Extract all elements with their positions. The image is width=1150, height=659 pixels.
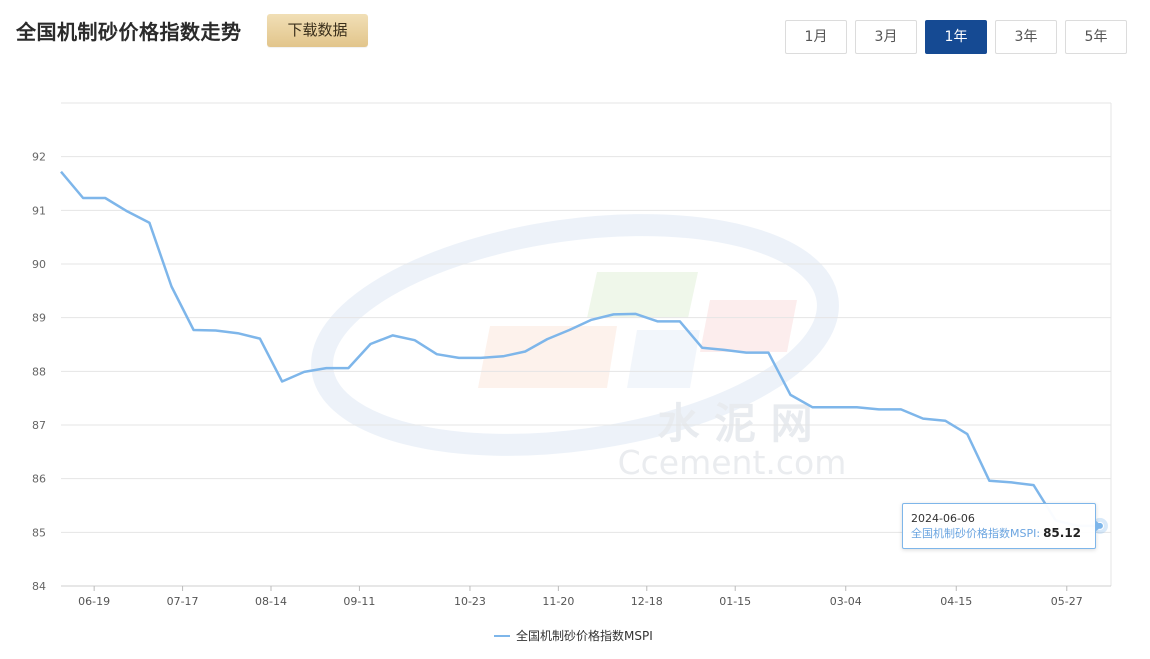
data-point[interactable]	[168, 283, 176, 291]
y-tick-label: 92	[32, 151, 46, 164]
x-tick-label: 08-14	[255, 595, 287, 608]
legend-line-swatch	[494, 634, 510, 637]
y-tick-label: 86	[32, 473, 46, 486]
data-point[interactable]	[543, 335, 551, 343]
y-tick-label: 89	[32, 312, 46, 325]
data-point[interactable]	[123, 207, 131, 215]
tooltip-series-label: 全国机制砂价格指数MSPI:	[911, 527, 1041, 540]
data-point[interactable]	[853, 403, 861, 411]
x-tick-label: 07-17	[167, 595, 199, 608]
data-point[interactable]	[477, 354, 485, 362]
data-point[interactable]	[809, 403, 817, 411]
data-point[interactable]	[521, 347, 529, 355]
x-tick-label: 06-19	[78, 595, 110, 608]
data-point[interactable]	[433, 350, 441, 358]
data-point[interactable]	[344, 364, 352, 372]
legend-series-label: 全国机制砂价格指数MSPI	[516, 629, 653, 643]
y-tick-label: 84	[32, 580, 46, 593]
data-point[interactable]	[764, 349, 772, 357]
data-point[interactable]	[897, 405, 905, 413]
data-point[interactable]	[79, 194, 87, 202]
data-point[interactable]	[676, 317, 684, 325]
x-tick-label: 12-18	[631, 595, 663, 608]
data-point[interactable]	[963, 430, 971, 438]
data-point[interactable]	[1008, 478, 1016, 486]
chart-legend[interactable]: 全国机制砂价格指数MSPI	[494, 627, 653, 644]
data-point[interactable]	[300, 368, 308, 376]
y-tick-label: 88	[32, 365, 46, 378]
data-point[interactable]	[455, 354, 463, 362]
data-point[interactable]	[875, 405, 883, 413]
data-point[interactable]	[256, 335, 264, 343]
data-point[interactable]	[234, 329, 242, 337]
data-point[interactable]	[190, 326, 198, 334]
data-point[interactable]	[278, 378, 286, 386]
y-tick-label: 90	[32, 258, 46, 271]
data-point[interactable]	[57, 168, 65, 176]
data-point[interactable]	[941, 417, 949, 425]
x-tick-label: 05-27	[1051, 595, 1083, 608]
ccement-watermark-logo: 水 泥 网 Ccement.com	[311, 214, 847, 482]
watermark-cn-text: 水 泥 网	[657, 399, 812, 448]
price-index-chart: 水 泥 网 Ccement.com 84 85 86 87 88 89 90 91 92 06-…	[32, 102, 1112, 608]
y-tick-label: 87	[32, 419, 46, 432]
data-point[interactable]	[145, 219, 153, 227]
x-tick-label: 03-04	[830, 595, 862, 608]
data-point[interactable]	[742, 349, 750, 357]
data-point[interactable]	[654, 317, 662, 325]
data-point[interactable]	[366, 340, 374, 348]
data-point[interactable]	[831, 403, 839, 411]
watermark-en-text: Ccement.com	[618, 443, 847, 482]
data-tooltip: 2024-06-06 全国机制砂价格指数MSPI: 85.12	[902, 503, 1102, 549]
data-point[interactable]	[610, 310, 618, 318]
data-point[interactable]	[786, 391, 794, 399]
y-tick-label: 85	[32, 526, 46, 539]
tooltip-row: 全国机制砂价格指数MSPI: 85.12	[911, 525, 1087, 542]
x-tick-label: 11-20	[542, 595, 574, 608]
data-point[interactable]	[1030, 481, 1038, 489]
data-point[interactable]	[389, 331, 397, 339]
data-point[interactable]	[720, 346, 728, 354]
data-point[interactable]	[101, 194, 109, 202]
x-tick-label: 10-23	[454, 595, 486, 608]
data-point[interactable]	[411, 336, 419, 344]
x-axis-ticks: 06-19 07-17 08-14 09-11 10-23 11-20 12-18 01-15…	[78, 586, 1083, 608]
data-point[interactable]	[588, 316, 596, 324]
tooltip-date: 2024-06-06	[911, 512, 975, 525]
data-point[interactable]	[985, 477, 993, 485]
x-tick-label: 04-15	[940, 595, 972, 608]
y-axis-ticks: 84 85 86 87 88 89 90 91 92	[32, 151, 46, 593]
data-point[interactable]	[919, 415, 927, 423]
data-point[interactable]	[632, 310, 640, 318]
data-point[interactable]	[212, 327, 220, 335]
tooltip-value: 85.12	[1043, 526, 1082, 540]
data-point[interactable]	[322, 364, 330, 372]
x-tick-label: 01-15	[719, 595, 751, 608]
data-point[interactable]	[565, 326, 573, 334]
data-point[interactable]	[499, 352, 507, 360]
data-point[interactable]	[698, 344, 706, 352]
y-tick-label: 91	[32, 204, 46, 217]
x-tick-label: 09-11	[343, 595, 375, 608]
